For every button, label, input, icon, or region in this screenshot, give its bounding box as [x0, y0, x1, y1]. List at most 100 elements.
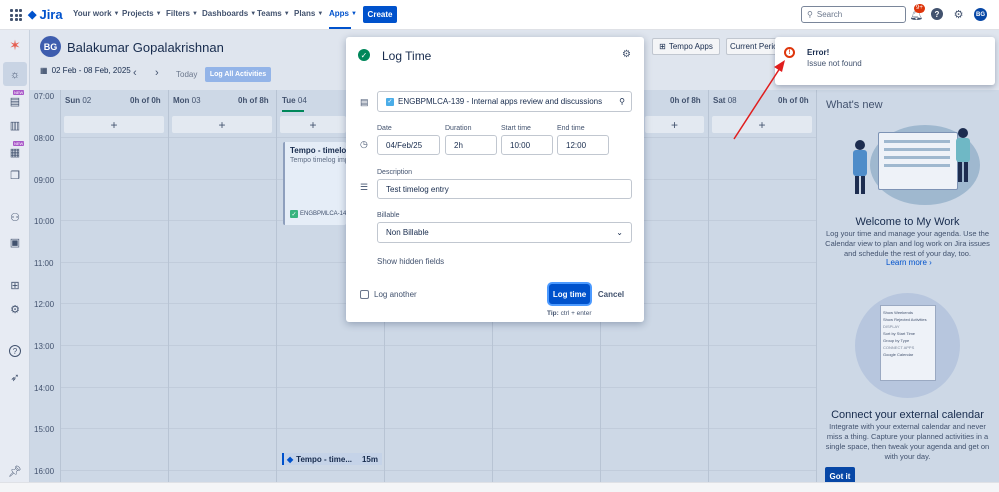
log-time-button[interactable]: Log time — [549, 284, 590, 304]
nav-projects[interactable]: Projects ▼ — [122, 9, 162, 18]
timesheet-icon[interactable]: ▤ — [8, 94, 22, 108]
day-header-mon: Mon 03 — [173, 96, 201, 105]
sidebar-help-icon[interactable]: ? — [9, 345, 21, 357]
day-column — [60, 90, 61, 482]
welcome-illustration — [850, 120, 990, 210]
task-check-icon: ✓ — [290, 210, 298, 218]
success-check-icon: ✓ — [358, 49, 370, 61]
nav-apps[interactable]: Apps ▼ — [329, 9, 357, 18]
plus-icon: + — [670, 117, 678, 132]
time-label: 16:00 — [34, 467, 55, 476]
horizontal-scrollbar[interactable] — [0, 482, 999, 492]
tempo-apps-button[interactable]: ⊞ Tempo Apps — [652, 38, 720, 55]
chevron-down-icon: ▼ — [192, 10, 198, 17]
search-icon: ⚲ — [619, 97, 625, 106]
hour-line — [60, 470, 816, 471]
log-all-activities-button[interactable]: Log All Activities — [205, 67, 271, 82]
event-issue-key: ✓ ENGBPMLCA-14 — [290, 210, 347, 218]
connect-calendar-text: Integrate with your external calendar an… — [825, 422, 990, 461]
current-period-select[interactable]: Current Period — [726, 38, 778, 55]
show-hidden-fields-link[interactable]: Show hidden fields — [377, 257, 444, 266]
settings-gear-icon[interactable]: ⚙ — [952, 8, 965, 21]
chevron-down-icon: ▼ — [250, 10, 257, 17]
welcome-title: Welcome to My Work — [855, 216, 960, 228]
day-total: 0h of 8h — [670, 96, 701, 105]
shortcut-tip: Tip: ctrl + enter — [547, 310, 592, 317]
user-avatar: BG — [40, 36, 61, 57]
nav-dashboards[interactable]: Dashboards ▼ — [202, 9, 256, 18]
start-time-label: Start time — [501, 125, 531, 132]
next-week-chevron-icon[interactable]: › — [155, 67, 159, 79]
today-button[interactable]: Today — [176, 70, 197, 79]
search-input[interactable]: ⚲ Search — [801, 6, 906, 23]
accounts-icon[interactable]: ▣ — [8, 235, 22, 249]
notification-badge: 9+ — [914, 4, 925, 13]
jira-logo[interactable]: ◆ Jira — [28, 7, 63, 22]
report-icon[interactable]: ▥ — [8, 118, 22, 132]
teams-icon[interactable]: ⚇ — [8, 210, 22, 224]
tempo-logo-icon[interactable]: ✶ — [8, 37, 22, 53]
chevron-down-icon: ▼ — [317, 10, 324, 17]
chevron-down-icon: ⌄ — [616, 228, 623, 237]
day-column — [168, 90, 169, 482]
rocket-icon[interactable]: ➶ — [8, 370, 22, 384]
learn-more-link[interactable]: Learn more › — [886, 258, 932, 267]
prev-week-chevron-icon[interactable]: ‹ — [133, 67, 137, 79]
add-worklog-button[interactable]: + — [645, 116, 704, 133]
date-label: Date — [377, 125, 392, 132]
duration-input[interactable]: 2h — [445, 135, 497, 155]
nav-teams[interactable]: Teams ▼ — [257, 9, 290, 18]
plus-icon: + — [309, 117, 317, 132]
date-range-picker[interactable]: ▦ 02 Feb - 08 Feb, 2025 — [40, 66, 131, 75]
time-label: 11:00 — [34, 259, 54, 268]
plus-icon: + — [110, 117, 118, 132]
calendar-icon: ▦ — [40, 66, 48, 75]
copy-icon[interactable]: ❐ — [8, 168, 22, 182]
billable-select[interactable]: Non Billable ⌄ — [377, 222, 632, 243]
bottom-worklog-event[interactable]: ◆ Tempo - time... 15m — [282, 453, 382, 465]
user-name: Balakumar Gopalakrishnan — [67, 40, 224, 55]
help-icon[interactable]: ? — [931, 8, 943, 20]
modal-settings-gear-icon[interactable]: ⚙ — [622, 49, 631, 60]
time-label: 15:00 — [34, 425, 55, 434]
time-label: 07:00 — [34, 92, 55, 101]
sidebar-settings-icon[interactable]: ⚙ — [8, 302, 22, 316]
planner-icon[interactable]: ▦ — [8, 145, 22, 159]
nav-filters[interactable]: Filters ▼ — [166, 9, 198, 18]
issue-select[interactable]: ✓ ENGBPMLCA-139 - Internal apps review a… — [377, 91, 632, 112]
jira-logo-icon: ◆ — [28, 9, 37, 21]
start-time-input[interactable]: 10:00 — [501, 135, 553, 155]
apps-grid-icon: ⊞ — [659, 42, 666, 51]
end-time-input[interactable]: 12:00 — [557, 135, 609, 155]
hour-line — [60, 345, 816, 346]
chevron-down-icon: ▼ — [155, 10, 162, 17]
hour-line — [60, 428, 816, 429]
apps-grid-icon[interactable]: ⊞ — [8, 278, 22, 292]
cancel-button[interactable]: Cancel — [597, 284, 625, 304]
time-label: 08:00 — [34, 134, 55, 143]
time-label: 14:00 — [34, 384, 55, 393]
add-worklog-button[interactable]: + — [280, 116, 346, 133]
add-worklog-button[interactable]: + — [64, 116, 164, 133]
profile-avatar[interactable]: BG — [974, 8, 987, 21]
day-total: 0h of 0h — [130, 96, 161, 105]
day-total: 0h of 8h — [238, 96, 269, 105]
time-label: 10:00 — [34, 217, 55, 226]
description-input[interactable]: Test timelog entry — [377, 179, 632, 199]
whats-new-title: What's new — [826, 99, 883, 111]
add-worklog-button[interactable]: + — [172, 116, 272, 133]
date-input[interactable]: 04/Feb/25 — [377, 135, 440, 155]
duration-label: Duration — [445, 125, 472, 132]
create-button[interactable]: Create — [363, 6, 397, 23]
app-switcher-icon[interactable] — [10, 9, 22, 21]
pin-icon[interactable]: 📌︎ — [8, 464, 22, 478]
issue-clipboard-icon: ▤ — [360, 97, 369, 107]
log-another-checkbox[interactable] — [360, 290, 369, 299]
nav-plans[interactable]: Plans ▼ — [294, 9, 323, 18]
description-lines-icon: ☰ — [360, 182, 369, 192]
today-indicator — [282, 110, 304, 112]
welcome-text: Log your time and manage your agenda. Us… — [825, 229, 990, 258]
task-checkbox-icon: ✓ — [386, 97, 394, 106]
nav-your-work[interactable]: Your work ▼ — [73, 9, 119, 18]
my-work-icon[interactable]: ☼ — [8, 68, 22, 82]
